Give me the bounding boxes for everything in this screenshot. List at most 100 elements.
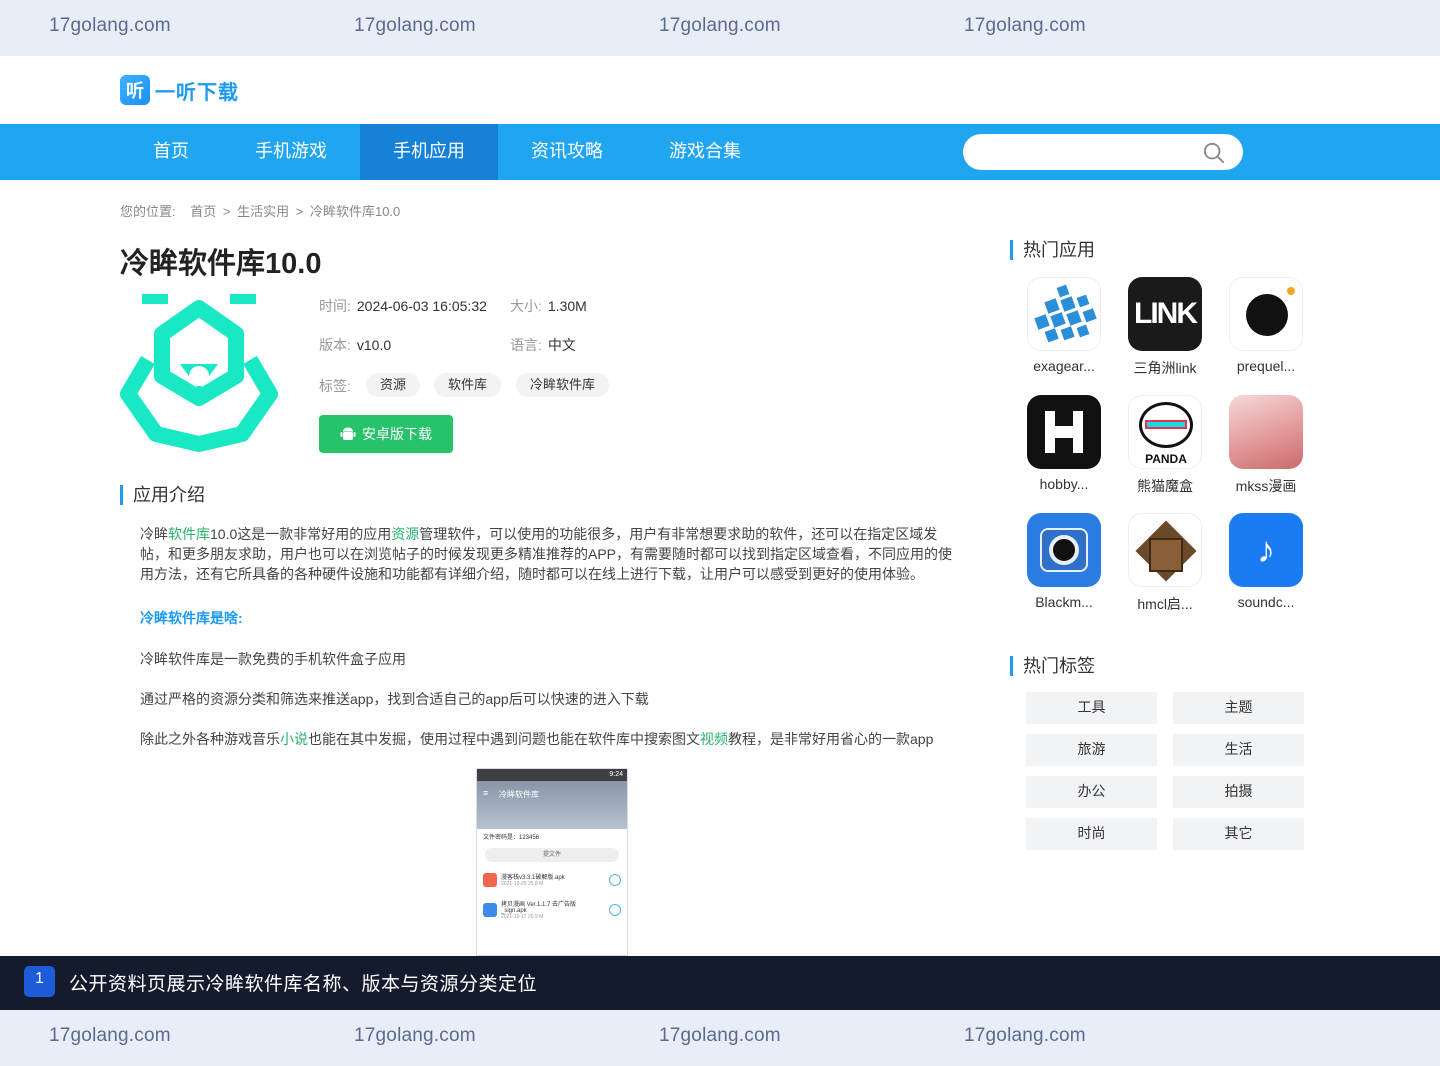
intro-link[interactable]: 软件库 [168, 526, 210, 542]
meta-tags-label: 标签: [319, 376, 351, 396]
app-tag[interactable]: 软件库 [434, 373, 502, 397]
breadcrumb-category[interactable]: 生活实用 [237, 204, 289, 219]
hot-app-name: hmcl启... [1137, 596, 1193, 612]
app-icon [120, 294, 278, 452]
android-download-button[interactable]: 安卓版下载 [319, 415, 453, 453]
screenshot-hero: ≡ 冷眸软件库 [477, 781, 627, 829]
intro-paragraph: 冷眸软件库10.0这是一款非常好用的应用资源管理软件，可以使用的功能很多，用户有… [140, 524, 955, 584]
breadcrumb-home[interactable]: 首页 [190, 204, 216, 219]
meta-time-label: 时间: [319, 298, 351, 314]
screenshot-app-name: 冷眸软件库 [499, 790, 539, 799]
banner-text: 公开资料页展示冷眸软件库名称、版本与资源分类定位 [69, 974, 538, 995]
meta-language-label: 语言: [510, 337, 542, 353]
hot-tag[interactable]: 时尚 [1026, 818, 1157, 850]
hot-app-name: Blackm... [1035, 594, 1093, 610]
hot-tag[interactable]: 工具 [1026, 692, 1157, 724]
hot-tags-heading: 热门标签 [1010, 656, 1095, 676]
search-input[interactable] [963, 134, 1243, 170]
page-title: 冷眸软件库10.0 [120, 248, 322, 280]
watermark-text: 17golang.com [49, 1025, 171, 1046]
intro-link[interactable]: 资源 [391, 526, 419, 542]
hot-tag[interactable]: 旅游 [1026, 734, 1157, 766]
download-label: 安卓版下载 [362, 426, 432, 442]
panda-icon: PANDA [1128, 395, 1202, 469]
app-tag[interactable]: 资源 [366, 373, 421, 397]
breadcrumb: 您的位置: 首页 > 生活实用 > 冷眸软件库10.0 [120, 201, 403, 220]
meta-version-label: 版本: [319, 337, 351, 353]
music-icon: ♪ [1229, 513, 1303, 587]
page: 17golang.com 17golang.com 17golang.com 1… [0, 0, 1440, 1066]
nav-item-collections[interactable]: 游戏合集 [636, 124, 774, 180]
android-icon [340, 427, 356, 440]
meta-time: 时间: 2024-06-03 16:05:32 [319, 296, 487, 316]
hot-app-name: hobby... [1039, 476, 1089, 492]
meta-time-value: 2024-06-03 16:05:32 [356, 298, 487, 314]
hot-app-item[interactable]: hobby... [1019, 395, 1109, 492]
camera-icon [1027, 513, 1101, 587]
meta-language: 语言: 中文 [510, 335, 576, 355]
link-icon: LINK [1128, 277, 1202, 351]
hot-app-name: 熊猫魔盒 [1137, 478, 1193, 494]
hot-app-item[interactable]: hmcl启... [1120, 513, 1210, 614]
hot-app-item[interactable]: prequel... [1221, 277, 1311, 374]
intro-heading: 应用介绍 [120, 485, 205, 505]
search-icon[interactable] [1203, 142, 1225, 164]
hot-app-item[interactable]: exagear... [1019, 277, 1109, 374]
chest-icon [1128, 513, 1202, 587]
watermark-bar-bottom: 17golang.com 17golang.com 17golang.com 1… [0, 1010, 1440, 1066]
breadcrumb-separator: > [222, 204, 231, 219]
hot-tag[interactable]: 生活 [1173, 734, 1304, 766]
hot-tag[interactable]: 拍摄 [1173, 776, 1304, 808]
screenshot-file-row: 漫客栈v3.3.1破解版.apk 2021-10-29 25.8 M [477, 866, 627, 893]
download-circle-icon [609, 903, 621, 916]
meta-version-value: v10.0 [356, 337, 392, 353]
hot-app-item[interactable]: ♪ soundc... [1221, 513, 1311, 610]
intro-question: 冷眸软件库是啥: [140, 610, 243, 626]
hot-tag[interactable]: 办公 [1026, 776, 1157, 808]
site-header: 听 一听下载 [0, 56, 1440, 124]
nav-item-news[interactable]: 资讯攻略 [498, 124, 636, 180]
prequel-icon [1229, 277, 1303, 351]
screenshot-code-row: 文件密码是：123456 [483, 835, 540, 841]
hot-app-name: exagear... [1033, 358, 1095, 374]
screenshot-button: 提文件 [485, 848, 619, 862]
watermark-text: 17golang.com [354, 1025, 476, 1046]
screenshot-file-meta: 2021-10-17 20.9 M [501, 914, 544, 920]
hot-app-name: 三角洲link [1133, 360, 1197, 376]
exagear-icon [1027, 277, 1101, 351]
intro-link[interactable]: 小说 [280, 731, 308, 747]
meta-size-value: 1.30M [547, 298, 587, 314]
intro-text: 10.0这是一款非常好用的应用 [210, 526, 392, 542]
intro-text: 教程，是非常好用省心的一款app [728, 731, 934, 747]
hot-app-item[interactable]: Blackm... [1019, 513, 1109, 610]
intro-line: 通过严格的资源分类和筛选来推送app，找到合适自己的app后可以快速的进入下载 [140, 691, 649, 707]
hot-app-item[interactable]: LINK 三角洲link [1120, 277, 1210, 378]
meta-version: 版本: v10.0 [319, 335, 391, 355]
intro-text: 也能在其中发掘，使用过程中遇到问题也能在软件库中搜索图文 [308, 731, 700, 747]
nav-item-home[interactable]: 首页 [120, 124, 222, 180]
hot-app-item[interactable]: PANDA 熊猫魔盒 [1120, 395, 1210, 496]
hot-tag[interactable]: 主题 [1173, 692, 1304, 724]
download-circle-icon [609, 873, 621, 886]
watermark-text: 17golang.com [659, 15, 781, 36]
hot-apps-heading: 热门应用 [1010, 240, 1095, 260]
nav-item-games[interactable]: 手机游戏 [222, 124, 360, 180]
app-screenshot[interactable]: 9:24 ≡ 冷眸软件库 文件密码是：123456 提文件 漫客栈v3.3.1破… [476, 768, 628, 956]
watermark-text: 17golang.com [659, 1025, 781, 1046]
hobby-icon [1027, 395, 1101, 469]
hot-app-name: prequel... [1236, 358, 1296, 374]
hot-app-item[interactable]: mkss漫画 [1221, 395, 1311, 496]
watermark-text: 17golang.com [964, 15, 1086, 36]
app-tag[interactable]: 冷眸软件库 [516, 373, 610, 397]
intro-link[interactable]: 视频 [700, 731, 728, 747]
file-app-icon [483, 902, 497, 917]
site-logo[interactable]: 听 一听下载 [120, 75, 239, 105]
intro-text: 冷眸 [140, 526, 168, 542]
logo-text: 一听下载 [155, 81, 239, 104]
hot-tag[interactable]: 其它 [1173, 818, 1304, 850]
nav-item-apps[interactable]: 手机应用 [360, 124, 498, 180]
breadcrumb-label: 您的位置: [120, 204, 176, 219]
screenshot-file-name: 漫客栈v3.3.1破解版.apk [501, 875, 565, 881]
menu-icon: ≡ [483, 788, 489, 798]
tags-label: 标签: [319, 378, 351, 394]
